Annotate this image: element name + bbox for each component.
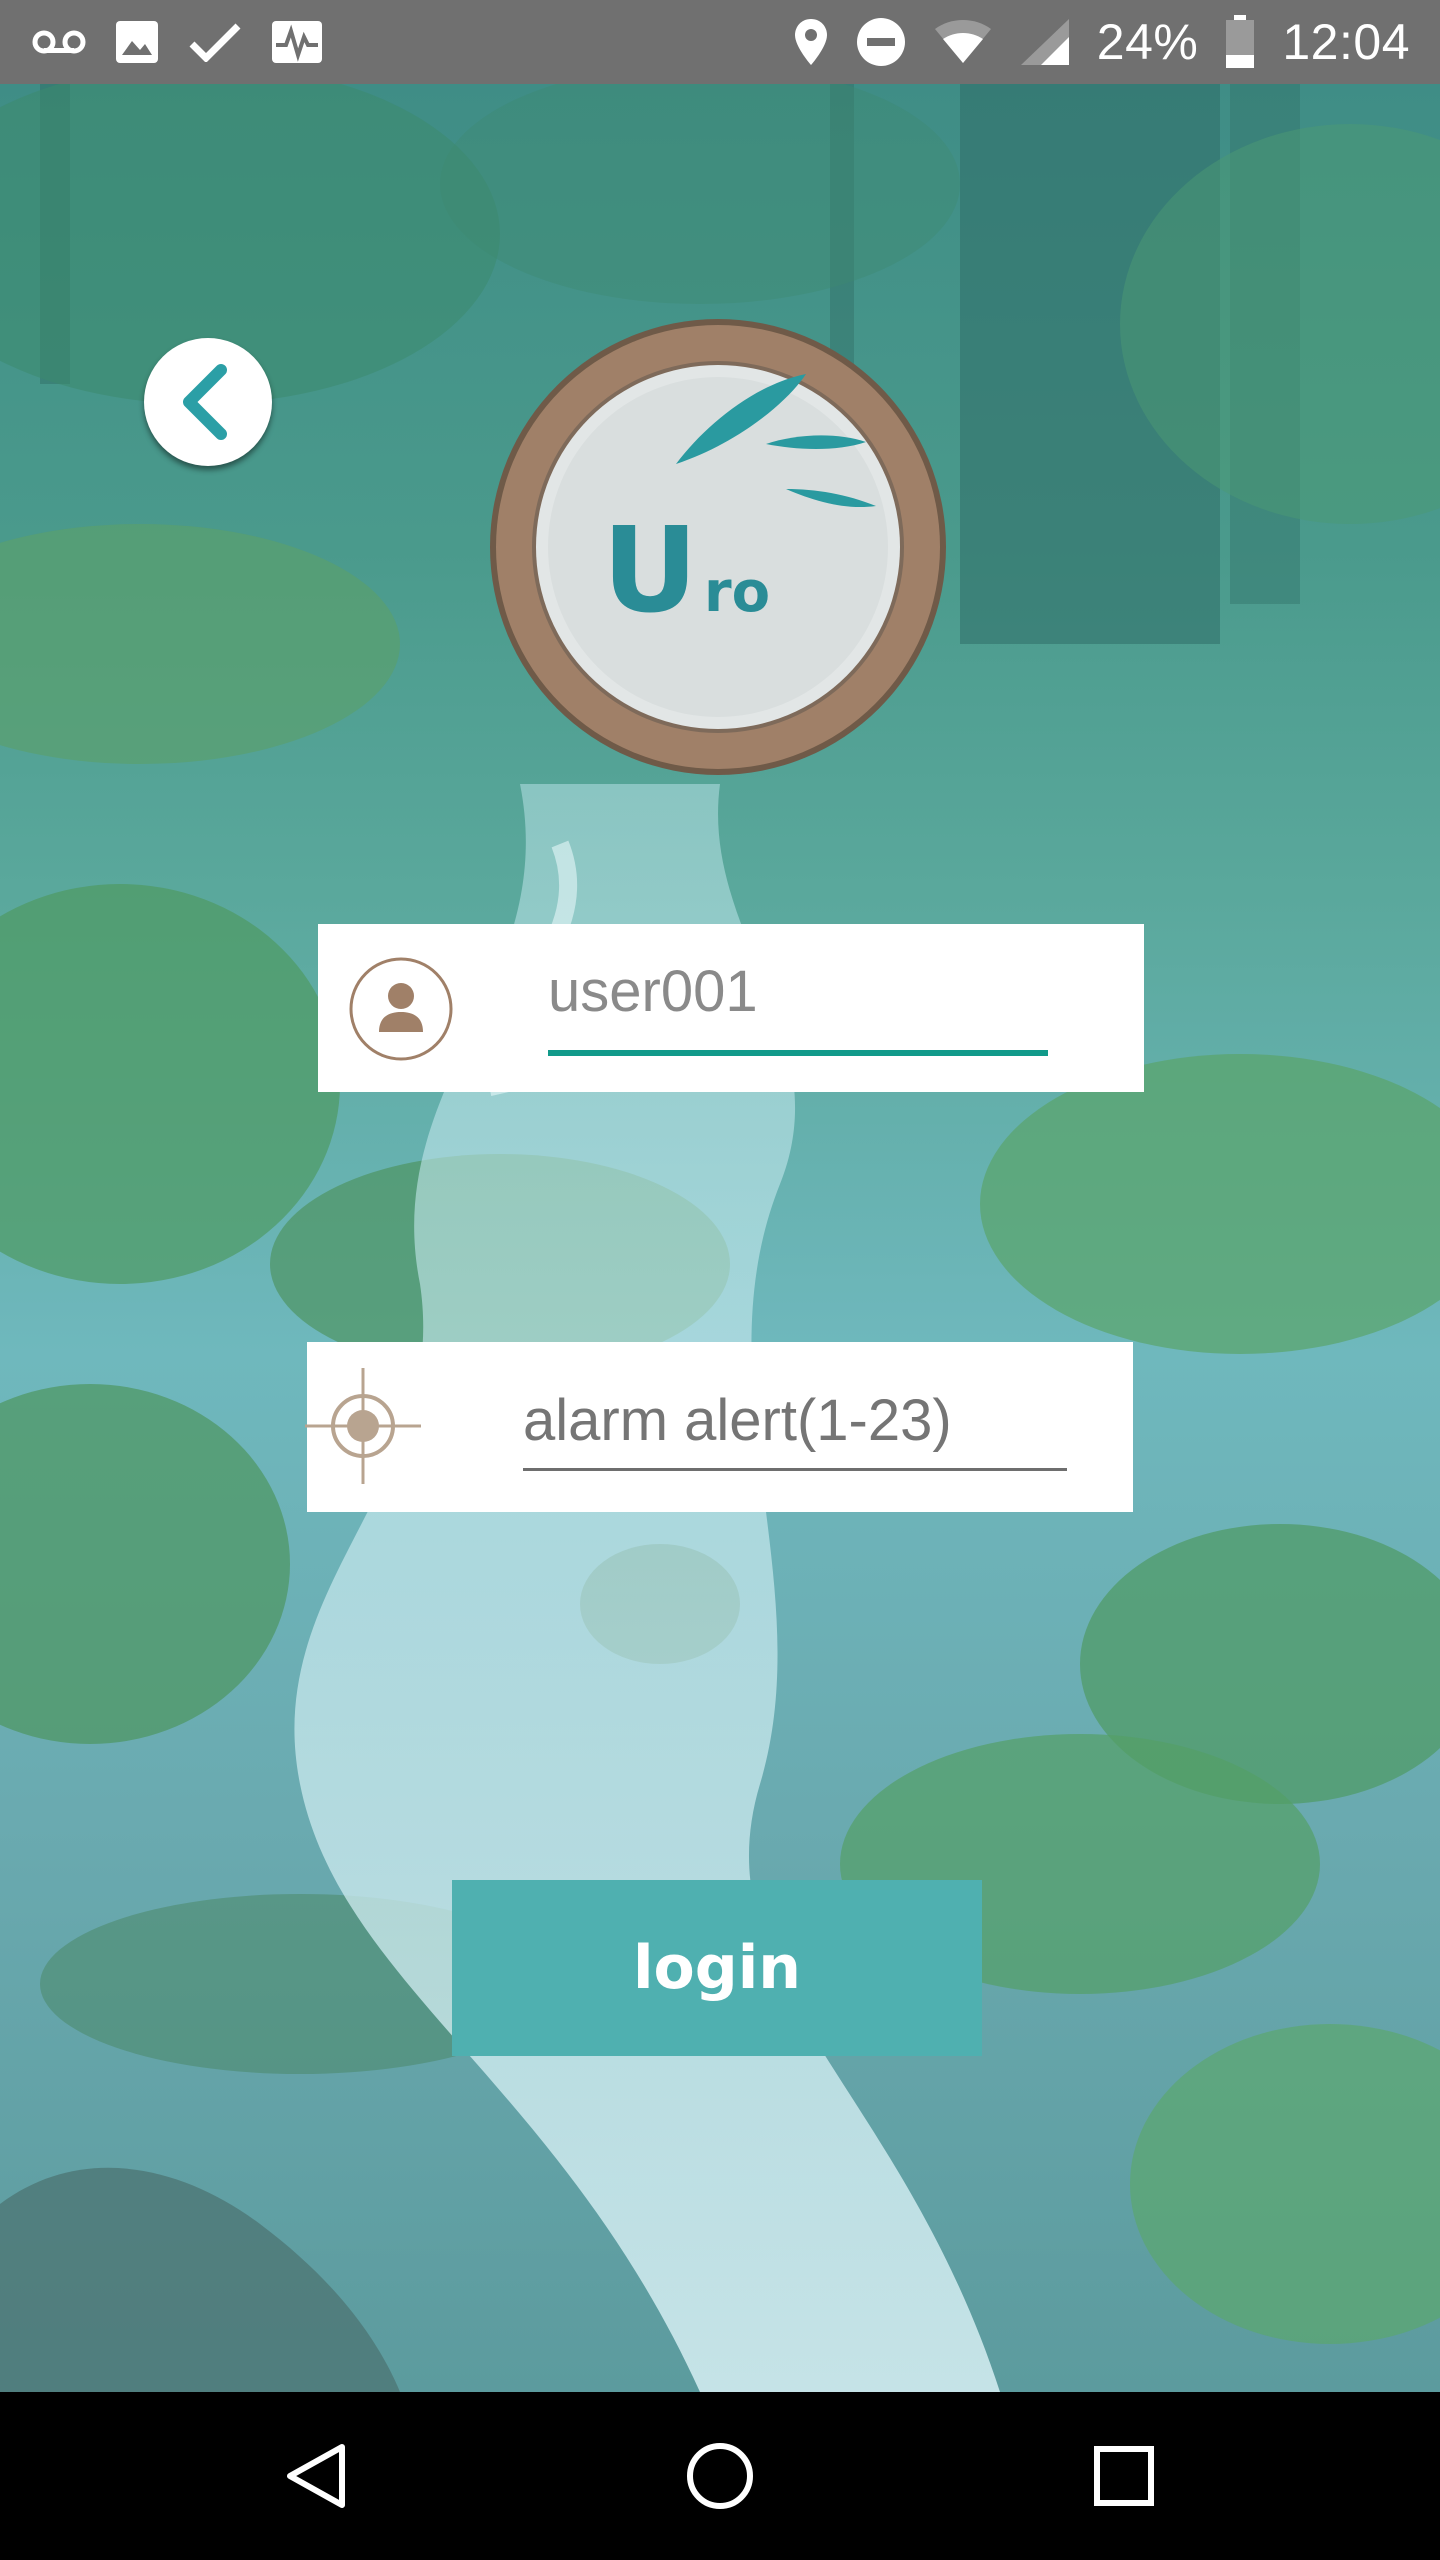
username-card <box>318 924 1144 1092</box>
back-button[interactable] <box>144 338 272 466</box>
chevron-left-icon <box>183 364 227 440</box>
voicemail-icon <box>32 30 86 54</box>
status-bar: 24% 12:04 <box>0 0 1440 84</box>
battery-icon <box>1226 15 1255 68</box>
nav-home-icon <box>687 2443 753 2509</box>
alarm-card <box>305 1342 1133 1512</box>
check-icon <box>189 23 241 62</box>
navigation-bar <box>0 2392 1440 2560</box>
signal-icon <box>1020 19 1069 65</box>
alarm-underline <box>523 1468 1067 1471</box>
logo-suffix: ro <box>704 560 770 625</box>
nav-back-icon <box>287 2444 345 2508</box>
alarm-alert-input[interactable] <box>523 1380 1063 1460</box>
location-icon <box>794 19 827 65</box>
username-input[interactable] <box>548 946 1048 1036</box>
username-underline <box>548 1050 1048 1056</box>
login-button[interactable]: login <box>452 1880 982 2056</box>
activity-icon <box>272 21 322 63</box>
login-screen: U ro login <box>0 84 1440 2392</box>
user-avatar-icon <box>349 957 453 1061</box>
nav-home-button[interactable] <box>670 2426 770 2526</box>
nav-recents-icon <box>1094 2446 1154 2506</box>
crosshair-icon <box>305 1368 421 1484</box>
nav-recents-button[interactable] <box>1074 2426 1174 2526</box>
clock: 12:04 <box>1282 14 1410 70</box>
do-not-disturb-icon <box>856 18 905 66</box>
image-icon <box>116 21 158 63</box>
logo-letter: U <box>602 501 698 639</box>
battery-percent: 24% <box>1096 14 1199 70</box>
wifi-icon <box>934 20 991 63</box>
status-bar-right: 24% 12:04 <box>793 0 1410 84</box>
status-bar-left <box>32 0 324 84</box>
app-logo: U ro <box>490 319 946 775</box>
nav-back-button[interactable] <box>266 2426 366 2526</box>
